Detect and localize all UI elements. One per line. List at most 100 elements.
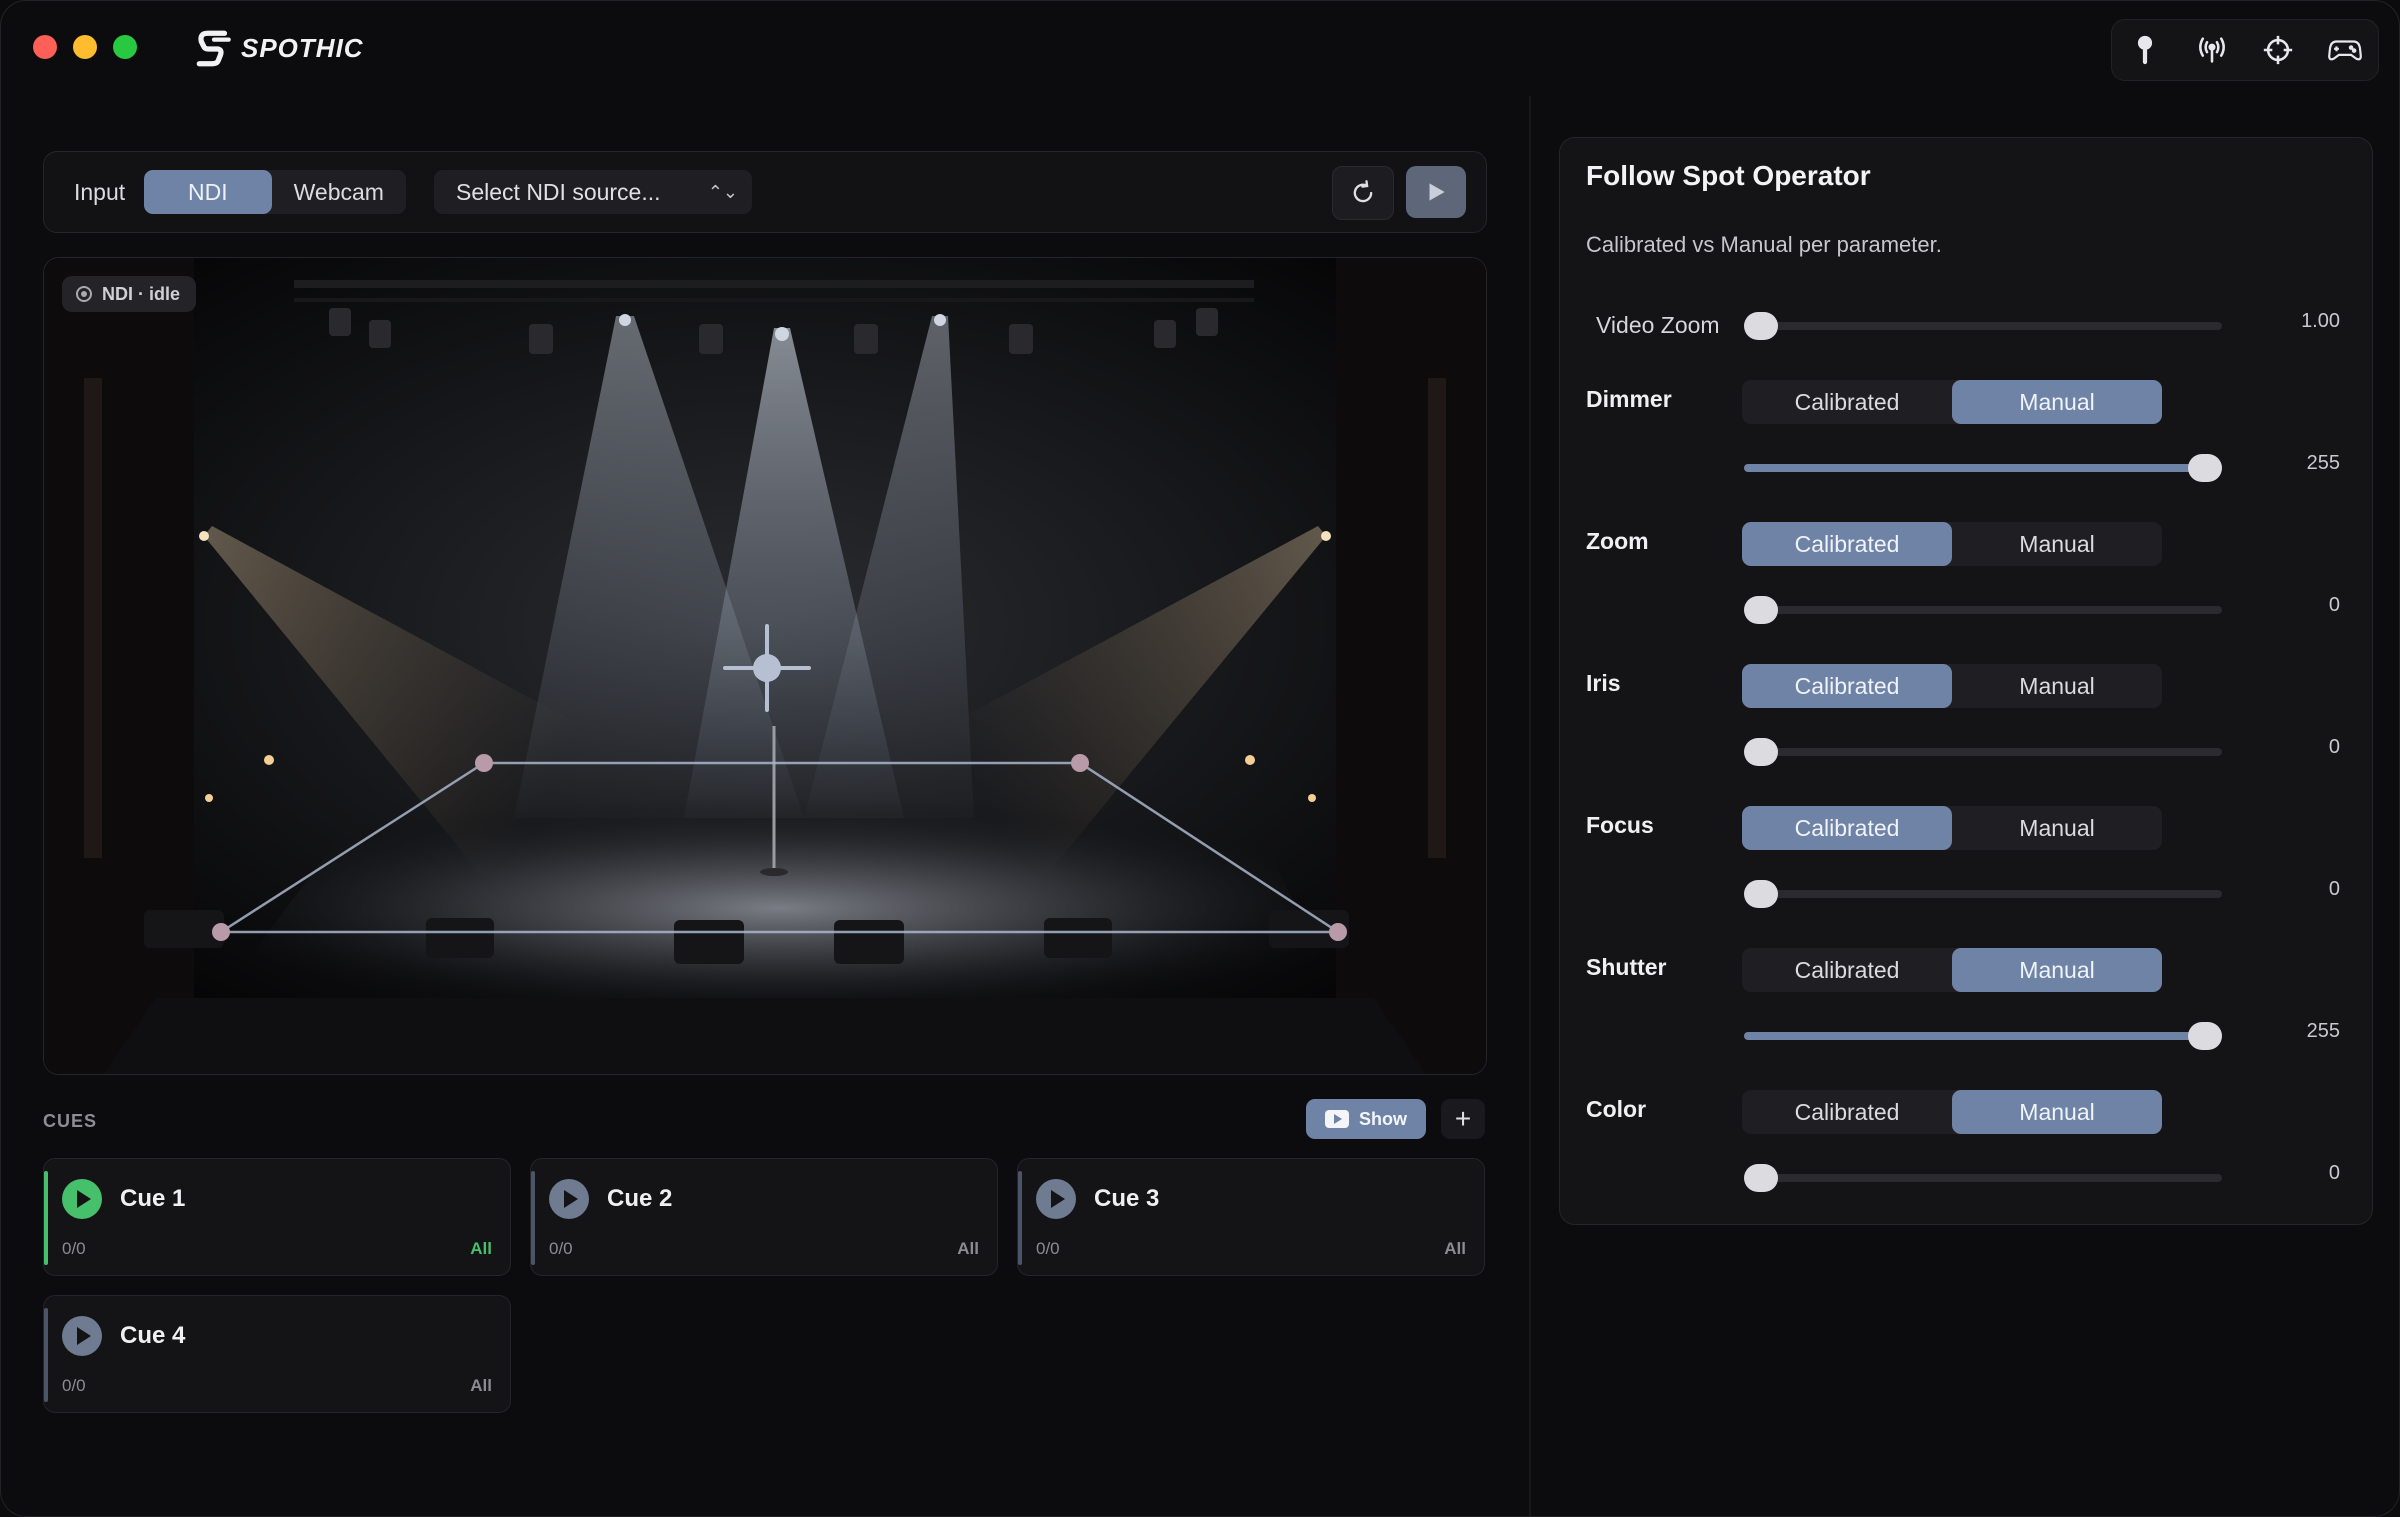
- cue-card[interactable]: Cue 4 0/0 All: [43, 1295, 511, 1413]
- cue-scope: All: [1444, 1239, 1466, 1258]
- shutter-slider[interactable]: [1744, 1022, 2222, 1050]
- ndi-source-placeholder: Select NDI source...: [456, 179, 661, 205]
- updown-chevron-icon: ⌃⌄: [707, 182, 738, 202]
- maximize-window-button[interactable]: [113, 35, 137, 59]
- color-mode-toggle: Calibrated Manual: [1742, 1090, 2162, 1134]
- color-slider[interactable]: [1744, 1164, 2222, 1192]
- param-label-focus: Focus: [1586, 812, 1654, 838]
- cue-play-icon[interactable]: [549, 1179, 589, 1219]
- cue-count: 0/0: [1036, 1239, 1060, 1258]
- dimmer-slider[interactable]: [1744, 454, 2222, 482]
- shutter-mode-toggle: Calibrated Manual: [1742, 948, 2162, 992]
- param-label-shutter: Shutter: [1586, 954, 1667, 980]
- follow-spot-panel: Follow Spot Operator Calibrated vs Manua…: [1559, 137, 2373, 1225]
- cue-count: 0/0: [62, 1376, 86, 1395]
- cue-card[interactable]: Cue 2 0/0 All: [530, 1158, 998, 1276]
- show-button-label: Show: [1359, 1108, 1407, 1129]
- slider-knob[interactable]: [2188, 454, 2222, 482]
- cue-play-icon[interactable]: [62, 1179, 102, 1219]
- focus-manual-option[interactable]: Manual: [1952, 806, 2162, 850]
- cue-count: 0/0: [549, 1239, 573, 1258]
- focus-slider[interactable]: [1744, 880, 2222, 908]
- iris-slider[interactable]: [1744, 738, 2222, 766]
- refresh-button[interactable]: [1332, 166, 1394, 220]
- focus-calibrated-option[interactable]: Calibrated: [1742, 806, 1952, 850]
- param-label-iris: Iris: [1586, 670, 1621, 696]
- dimmer-value: 255: [2306, 452, 2340, 474]
- slider-fill: [1744, 1032, 2205, 1040]
- panel-divider: [1529, 96, 1531, 1516]
- dimmer-calibrated-option[interactable]: Calibrated: [1742, 380, 1952, 424]
- input-label: Input: [74, 179, 126, 205]
- cue-play-icon[interactable]: [1036, 1179, 1076, 1219]
- shutter-value: 255: [2306, 1020, 2340, 1042]
- zoom-value: 0: [2328, 594, 2340, 616]
- pin-icon[interactable]: [2128, 33, 2162, 67]
- cue-indicator: [44, 1171, 48, 1265]
- iris-value: 0: [2328, 736, 2340, 758]
- cues-heading: CUES: [43, 1111, 98, 1131]
- slider-knob[interactable]: [1744, 738, 1778, 766]
- slider-knob[interactable]: [1744, 312, 1778, 340]
- slider-knob[interactable]: [2188, 1022, 2222, 1050]
- cue-scope: All: [957, 1239, 979, 1258]
- app-name: SPOTHIC: [241, 32, 364, 63]
- shutter-calibrated-option[interactable]: Calibrated: [1742, 948, 1952, 992]
- iris-calibrated-option[interactable]: Calibrated: [1742, 664, 1952, 708]
- cue-card[interactable]: Cue 3 0/0 All: [1017, 1158, 1485, 1276]
- cue-indicator: [1018, 1171, 1022, 1265]
- video-preview[interactable]: NDI · idle: [43, 257, 1487, 1075]
- iris-manual-option[interactable]: Manual: [1952, 664, 2162, 708]
- param-label-dimmer: Dimmer: [1586, 386, 1672, 412]
- cue-play-icon[interactable]: [62, 1316, 102, 1356]
- cue-card[interactable]: Cue 1 0/0 All: [43, 1158, 511, 1276]
- gamepad-icon[interactable]: [2327, 33, 2362, 67]
- slider-knob[interactable]: [1744, 880, 1778, 908]
- dimmer-manual-option[interactable]: Manual: [1952, 380, 2162, 424]
- status-radio-icon: [76, 286, 92, 302]
- show-button[interactable]: Show: [1306, 1099, 1426, 1139]
- dimmer-mode-toggle: Calibrated Manual: [1742, 380, 2162, 424]
- cue-name: Cue 4: [120, 1322, 186, 1349]
- video-zoom-label: Video Zoom: [1596, 312, 1720, 338]
- close-window-button[interactable]: [33, 35, 57, 59]
- param-label-zoom: Zoom: [1586, 528, 1649, 554]
- color-value: 0: [2328, 1162, 2340, 1184]
- shutter-manual-option[interactable]: Manual: [1952, 948, 2162, 992]
- video-zoom-slider[interactable]: [1744, 312, 2222, 340]
- color-calibrated-option[interactable]: Calibrated: [1742, 1090, 1952, 1134]
- minimize-window-button[interactable]: [73, 35, 97, 59]
- cue-scope: All: [470, 1376, 492, 1395]
- input-source-toggle: NDI Webcam: [144, 170, 406, 214]
- start-stream-button[interactable]: [1406, 166, 1466, 218]
- zoom-manual-option[interactable]: Manual: [1952, 522, 2162, 566]
- stage-image: [44, 258, 1486, 1074]
- cue-name: Cue 1: [120, 1185, 186, 1212]
- broadcast-icon[interactable]: [2195, 33, 2229, 67]
- logo-mark-icon: [196, 30, 231, 67]
- play-icon: [1429, 183, 1445, 201]
- input-bar: Input NDI Webcam Select NDI source... ⌃⌄: [43, 151, 1487, 233]
- input-option-webcam[interactable]: Webcam: [272, 170, 406, 214]
- crosshair-icon[interactable]: [2261, 33, 2295, 67]
- refresh-icon: [1353, 180, 1373, 203]
- panel-subtitle: Calibrated vs Manual per parameter.: [1586, 232, 1942, 257]
- focus-value: 0: [2328, 878, 2340, 900]
- video-zoom-value: 1.00: [2301, 310, 2340, 332]
- zoom-calibrated-option[interactable]: Calibrated: [1742, 522, 1952, 566]
- param-label-color: Color: [1586, 1096, 1647, 1122]
- ndi-source-select[interactable]: Select NDI source... ⌃⌄: [434, 170, 752, 214]
- youtube-play-icon: [1325, 1110, 1349, 1128]
- input-option-ndi[interactable]: NDI: [144, 170, 272, 214]
- zoom-slider[interactable]: [1744, 596, 2222, 624]
- stream-status-badge: NDI · idle: [62, 276, 197, 312]
- cue-indicator: [44, 1308, 48, 1402]
- focus-mode-toggle: Calibrated Manual: [1742, 806, 2162, 850]
- color-manual-option[interactable]: Manual: [1952, 1090, 2162, 1134]
- add-cue-button[interactable]: +: [1441, 1099, 1485, 1139]
- slider-knob[interactable]: [1744, 1164, 1778, 1192]
- slider-knob[interactable]: [1744, 596, 1778, 624]
- app-window: SPOTHIC Input NDI Webcam Select NDI sour…: [0, 0, 2400, 1517]
- panel-title: Follow Spot Operator: [1586, 160, 1871, 191]
- cue-count: 0/0: [62, 1239, 86, 1258]
